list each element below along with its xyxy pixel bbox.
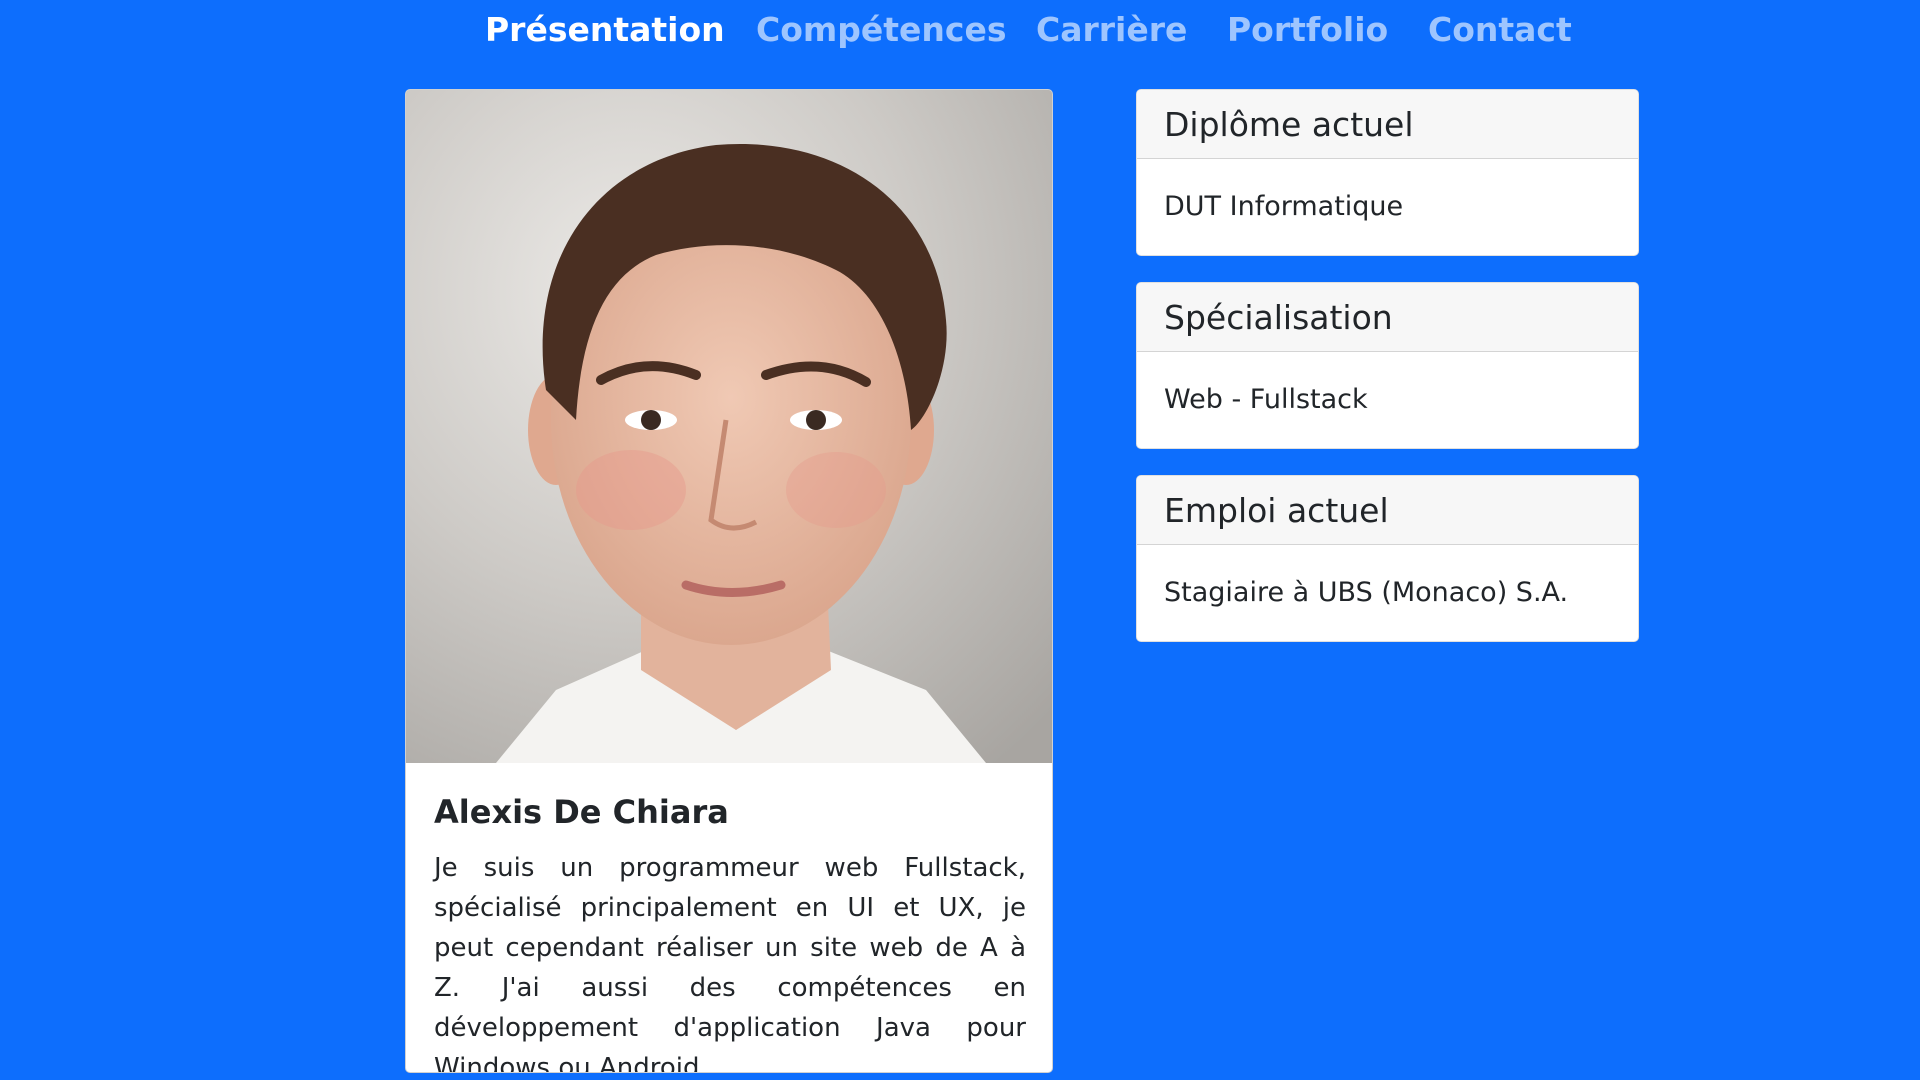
info-card-body: Stagiaire à UBS (Monaco) S.A. — [1164, 577, 1569, 608]
nav-link-portfolio[interactable]: Portfolio — [1227, 10, 1388, 50]
info-card-diplome: Diplôme actuel DUT Informatique — [1136, 89, 1639, 256]
info-card-body: Web - Fullstack — [1164, 384, 1368, 415]
info-card-header: Emploi actuel — [1137, 476, 1638, 545]
profile-photo — [406, 90, 1052, 763]
profile-card: Alexis De Chiara Je suis un programmeur … — [405, 89, 1053, 1073]
nav-link-carriere[interactable]: Carrière — [1036, 10, 1187, 50]
main-nav: Présentation Compétences Carrière Portfo… — [0, 0, 1920, 60]
nav-link-competences[interactable]: Compétences — [756, 10, 1007, 50]
nav-link-presentation[interactable]: Présentation — [485, 10, 725, 50]
profile-name: Alexis De Chiara — [434, 793, 729, 831]
info-card-emploi: Emploi actuel Stagiaire à UBS (Monaco) S… — [1136, 475, 1639, 642]
info-card-specialisation: Spécialisation Web - Fullstack — [1136, 282, 1639, 449]
profile-card-body: Alexis De Chiara Je suis un programmeur … — [434, 790, 1026, 1073]
info-card-header: Diplôme actuel — [1137, 90, 1638, 159]
nav-link-contact[interactable]: Contact — [1428, 10, 1572, 50]
info-card-body: DUT Informatique — [1164, 191, 1404, 222]
info-card-header: Spécialisation — [1137, 283, 1638, 352]
profile-description: Je suis un programmeur web Fullstack, sp… — [434, 853, 1026, 1073]
